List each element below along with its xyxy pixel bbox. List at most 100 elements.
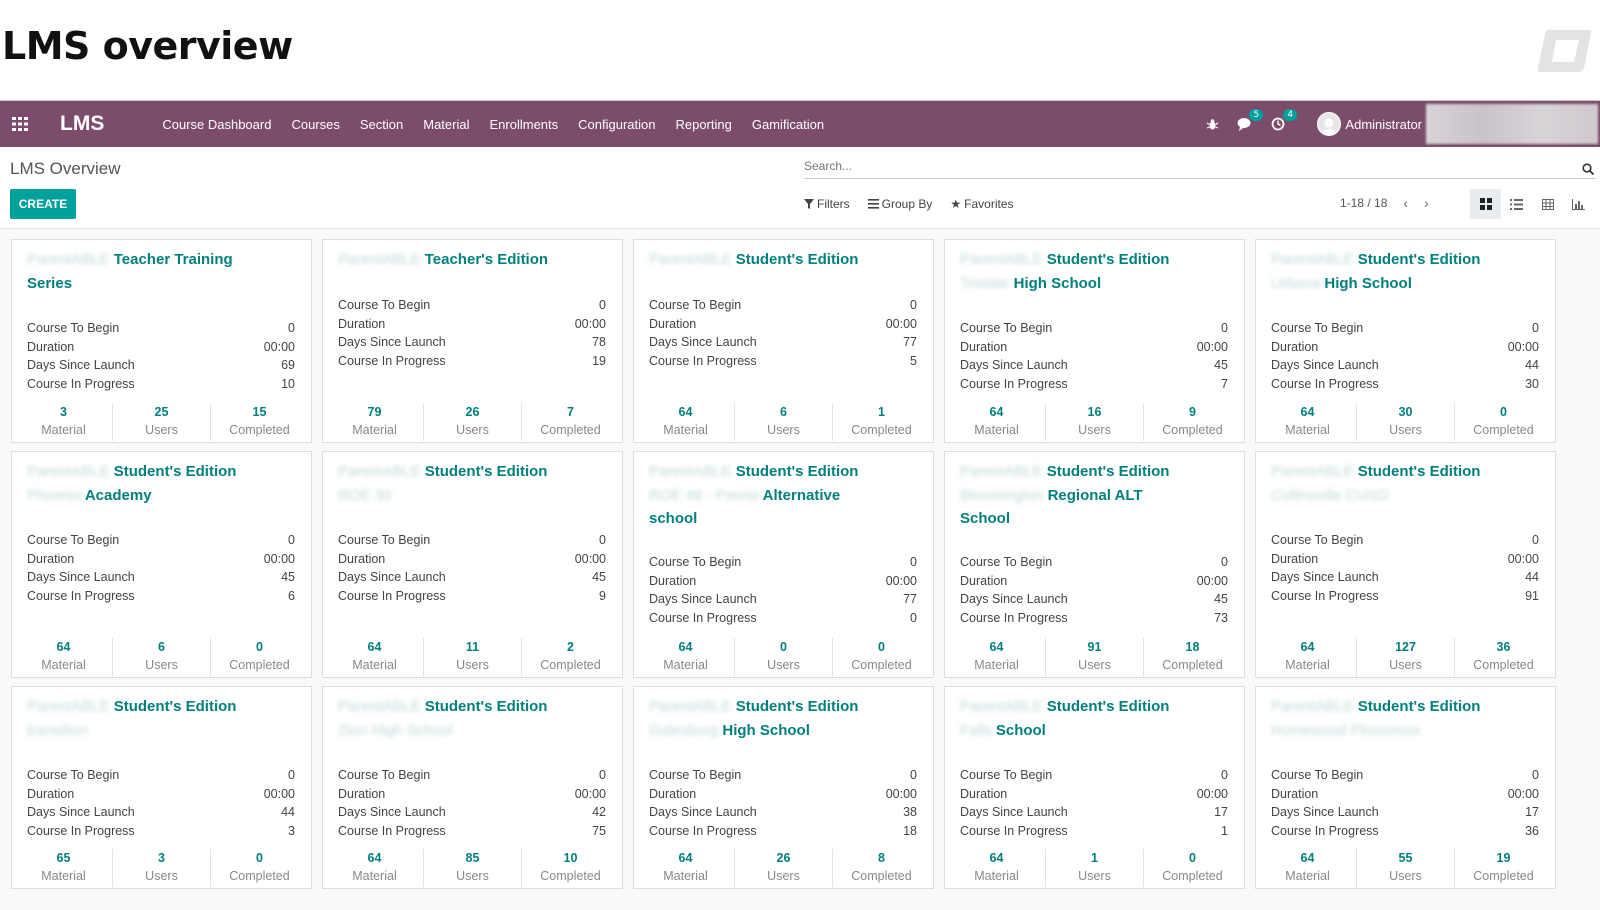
user-name[interactable]: Administrator: [1345, 117, 1422, 132]
graph-view-icon[interactable]: [1563, 189, 1594, 219]
menu-courses[interactable]: Courses: [291, 117, 339, 132]
menu-course-dashboard[interactable]: Course Dashboard: [162, 117, 271, 132]
card-title-block[interactable]: ParentABLE Student's Edition Tristate Hig…: [960, 248, 1238, 295]
footer-material[interactable]: 64 Material: [948, 849, 1045, 887]
card-title-block[interactable]: ParentABLE Student's Edition transition: [27, 695, 305, 742]
footer-material[interactable]: 64 Material: [637, 403, 734, 441]
footer-completed[interactable]: 7 Completed: [521, 403, 619, 441]
footer-completed[interactable]: 0 Completed: [1143, 849, 1241, 887]
footer-users[interactable]: 30 Users: [1356, 403, 1454, 441]
footer-material[interactable]: 64 Material: [326, 638, 423, 676]
footer-users[interactable]: 85 Users: [423, 849, 521, 887]
footer-completed[interactable]: 0 Completed: [832, 638, 930, 676]
pager-value[interactable]: 1-18 / 18: [1340, 196, 1387, 210]
footer-completed[interactable]: 18 Completed: [1143, 638, 1241, 676]
footer-completed[interactable]: 36 Completed: [1454, 638, 1552, 676]
course-card[interactable]: ParentABLE Student's Edition Collinsville…: [1255, 451, 1556, 678]
footer-completed[interactable]: 0 Completed: [210, 849, 308, 887]
footer-users[interactable]: 26 Users: [423, 403, 521, 441]
footer-completed[interactable]: 19 Completed: [1454, 849, 1552, 887]
course-card[interactable]: ParentABLE Student's Edition Galesburg Hi…: [633, 686, 934, 889]
footer-material[interactable]: 64 Material: [1259, 849, 1356, 887]
pager-previous-icon[interactable]: ‹: [1403, 195, 1408, 211]
filters-button[interactable]: Filters: [804, 197, 850, 211]
footer-users[interactable]: 91 Users: [1045, 638, 1143, 676]
menu-configuration[interactable]: Configuration: [578, 117, 655, 132]
menu-material[interactable]: Material: [423, 117, 469, 132]
card-title-block[interactable]: ParentABLE Student's Edition Bloomington …: [960, 460, 1238, 531]
footer-users[interactable]: 127 Users: [1356, 638, 1454, 676]
activities-clock-icon[interactable]: 4: [1271, 109, 1298, 131]
footer-completed[interactable]: 1 Completed: [832, 403, 930, 441]
list-view-icon[interactable]: [1501, 189, 1532, 219]
create-button[interactable]: CREATE: [10, 189, 76, 219]
course-card[interactable]: ParentABLE Student's Edition ROE 30 Cours…: [322, 451, 623, 678]
course-card[interactable]: ParentABLE Teacher's Edition Course To Be…: [322, 239, 623, 443]
footer-material[interactable]: 64 Material: [948, 638, 1045, 676]
course-card[interactable]: ParentABLE Student's Edition Homewood Flo…: [1255, 686, 1556, 889]
card-title-block[interactable]: ParentABLE Teacher's Edition: [338, 248, 616, 272]
footer-users[interactable]: 6 Users: [734, 403, 832, 441]
card-title-block[interactable]: ParentABLE Student's Edition: [649, 248, 927, 272]
user-avatar[interactable]: [1317, 112, 1342, 136]
footer-completed[interactable]: 10 Completed: [521, 849, 619, 887]
footer-completed[interactable]: 8 Completed: [832, 849, 930, 887]
course-card[interactable]: ParentABLE Teacher Training Series Course …: [11, 239, 312, 443]
table-view-icon[interactable]: [1532, 189, 1563, 219]
footer-material[interactable]: 64 Material: [637, 849, 734, 887]
menu-gamification[interactable]: Gamification: [752, 117, 824, 132]
menu-reporting[interactable]: Reporting: [675, 117, 731, 132]
apps-menu-icon[interactable]: [0, 101, 40, 147]
footer-material[interactable]: 64 Material: [948, 403, 1045, 441]
footer-users[interactable]: 25 Users: [112, 403, 210, 441]
kanban-view-icon[interactable]: [1470, 189, 1501, 219]
group-by-button[interactable]: Group By: [867, 197, 932, 211]
footer-completed[interactable]: 15 Completed: [210, 403, 308, 441]
footer-users[interactable]: 0 Users: [734, 638, 832, 676]
card-title-block[interactable]: ParentABLE Student's Edition Collinsville…: [1271, 460, 1549, 507]
footer-material[interactable]: 64 Material: [637, 638, 734, 676]
card-title-block[interactable]: ParentABLE Student's Edition Galesburg Hi…: [649, 695, 927, 742]
footer-users[interactable]: 26 Users: [734, 849, 832, 887]
footer-material[interactable]: 64 Material: [326, 849, 423, 887]
card-title-block[interactable]: ParentABLE Student's Edition Falls School: [960, 695, 1238, 742]
footer-completed[interactable]: 2 Completed: [521, 638, 619, 676]
footer-users[interactable]: 16 Users: [1045, 403, 1143, 441]
footer-material[interactable]: 64 Material: [1259, 638, 1356, 676]
footer-material[interactable]: 65 Material: [15, 849, 112, 887]
footer-users[interactable]: 3 Users: [112, 849, 210, 887]
footer-material[interactable]: 64 Material: [1259, 403, 1356, 441]
search-icon[interactable]: [1582, 160, 1595, 179]
course-card[interactable]: ParentABLE Student's Edition Course To Be…: [633, 239, 934, 443]
favorites-button[interactable]: ★ Favorites: [950, 197, 1013, 211]
course-card[interactable]: ParentABLE Student's Edition Falls School…: [944, 686, 1245, 889]
course-card[interactable]: ParentABLE Student's Edition Zion High Sc…: [322, 686, 623, 889]
course-card[interactable]: ParentABLE Student's Edition ROE 48 - Peo…: [633, 451, 934, 678]
footer-completed[interactable]: 9 Completed: [1143, 403, 1241, 441]
course-card[interactable]: ParentABLE Student's Edition Phoenix Acad…: [11, 451, 312, 678]
footer-completed[interactable]: 0 Completed: [210, 638, 308, 676]
menu-enrollments[interactable]: Enrollments: [490, 117, 559, 132]
course-card[interactable]: ParentABLE Student's Edition Urbana High …: [1255, 239, 1556, 443]
footer-material[interactable]: 3 Material: [15, 403, 112, 441]
card-title-block[interactable]: ParentABLE Student's Edition Urbana High …: [1271, 248, 1549, 295]
debug-bug-icon[interactable]: [1206, 118, 1219, 131]
app-brand[interactable]: LMS: [60, 112, 104, 136]
footer-completed[interactable]: 0 Completed: [1454, 403, 1552, 441]
course-card[interactable]: ParentABLE Student's Edition Tristate Hig…: [944, 239, 1245, 443]
messages-icon[interactable]: 5: [1237, 109, 1264, 131]
card-title-block[interactable]: ParentABLE Student's Edition ROE 48 - Peo…: [649, 460, 927, 531]
footer-material[interactable]: 79 Material: [326, 403, 423, 441]
footer-material[interactable]: 64 Material: [15, 638, 112, 676]
menu-section[interactable]: Section: [360, 117, 403, 132]
card-title-block[interactable]: ParentABLE Student's Edition Zion High Sc…: [338, 695, 616, 742]
card-title-block[interactable]: ParentABLE Teacher Training Series: [27, 248, 305, 295]
course-card[interactable]: ParentABLE Student's Edition transition C…: [11, 686, 312, 889]
search-input[interactable]: [804, 155, 1564, 173]
course-card[interactable]: ParentABLE Student's Edition Bloomington …: [944, 451, 1245, 678]
footer-users[interactable]: 55 Users: [1356, 849, 1454, 887]
footer-users[interactable]: 1 Users: [1045, 849, 1143, 887]
pager-next-icon[interactable]: ›: [1424, 195, 1429, 211]
card-title-block[interactable]: ParentABLE Student's Edition Phoenix Acad…: [27, 460, 305, 507]
card-title-block[interactable]: ParentABLE Student's Edition ROE 30: [338, 460, 616, 507]
